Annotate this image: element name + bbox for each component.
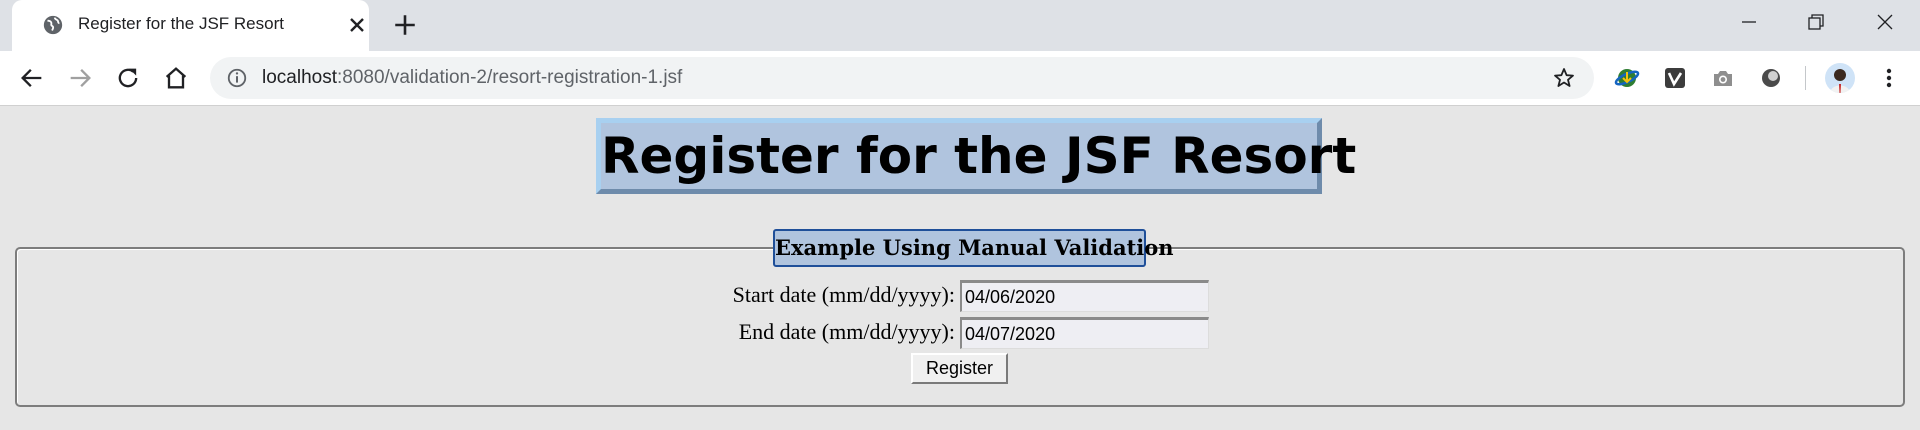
start-date-label: Start date (mm/dd/yyyy): (732, 282, 955, 307)
new-tab-icon[interactable] (392, 12, 418, 38)
address-bar[interactable]: localhost:8080/validation-2/resort-regis… (210, 57, 1594, 99)
page-content: Register for the JSF Resort Example Usin… (0, 106, 1920, 430)
close-window-icon[interactable] (1870, 8, 1900, 36)
url-text[interactable]: localhost:8080/validation-2/resort-regis… (262, 67, 682, 89)
end-date-input[interactable] (960, 317, 1209, 349)
download-manager-icon[interactable] (1614, 65, 1640, 91)
tab-strip: Register for the JSF Resort (0, 0, 1920, 51)
browser-tab[interactable]: Register for the JSF Resort (12, 0, 369, 51)
more-menu-icon[interactable] (1876, 65, 1902, 91)
url-path: :8080/validation-2/resort-registration-1… (337, 67, 683, 88)
tab-title: Register for the JSF Resort (78, 14, 284, 33)
camera-icon[interactable] (1710, 65, 1736, 91)
bookmark-star-icon[interactable] (1552, 66, 1576, 90)
restore-icon[interactable] (1801, 8, 1831, 36)
back-arrow-icon[interactable] (18, 64, 46, 92)
vimeo-icon[interactable] (1662, 65, 1688, 91)
reload-icon[interactable] (114, 64, 142, 92)
circle-extension-icon[interactable] (1758, 65, 1784, 91)
fieldset-legend: Example Using Manual Validation (773, 229, 1174, 267)
close-tab-icon[interactable] (345, 13, 369, 37)
end-date-label: End date (mm/dd/yyyy): (738, 319, 955, 344)
info-icon[interactable] (226, 67, 248, 89)
home-icon[interactable] (162, 64, 190, 92)
browser-toolbar: localhost:8080/validation-2/resort-regis… (0, 51, 1920, 106)
page-title-box: Register for the JSF Resort (596, 118, 1356, 194)
globe-icon (43, 15, 63, 35)
page-title: Register for the JSF Resort (601, 127, 1357, 185)
start-date-input[interactable] (960, 280, 1209, 312)
minimize-icon[interactable] (1734, 8, 1764, 36)
profile-avatar[interactable] (1825, 63, 1855, 93)
url-host: localhost (262, 67, 337, 88)
register-button[interactable]: Register (911, 353, 1008, 384)
forward-arrow-icon[interactable] (66, 64, 94, 92)
avatar-icon (1830, 69, 1850, 93)
toolbar-separator (1805, 66, 1806, 90)
